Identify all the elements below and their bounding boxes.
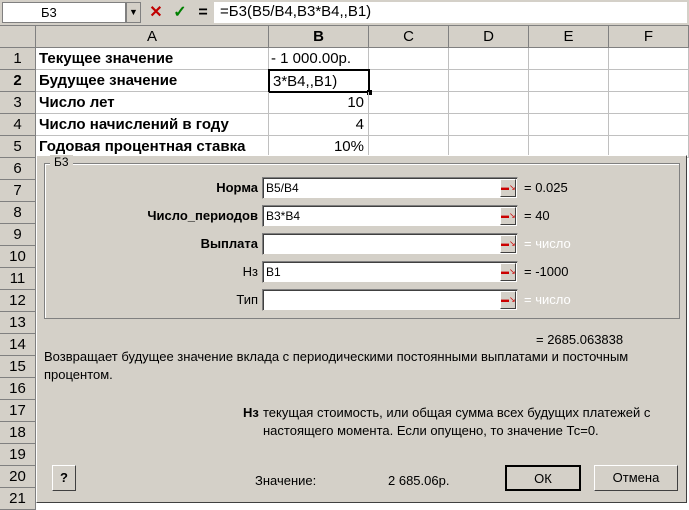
arg-input-pv[interactable]: B1 [262,261,518,283]
grid-cell[interactable] [369,70,449,92]
grid-cell[interactable] [369,114,449,136]
row-header[interactable]: 19 [0,444,36,466]
formula-result: = 2685.063838 [536,332,624,347]
row-header[interactable]: 11 [0,268,36,290]
arg-result-type: = число [524,292,571,307]
row-header[interactable]: 3 [0,92,36,114]
collapse-dialog-icon[interactable]: ▬↘ [500,291,516,309]
grid-cell[interactable] [529,114,609,136]
arg-label-type: Тип [236,292,258,307]
cell-a1[interactable]: Текущее значение [36,48,269,70]
formula-input[interactable]: =Б3(B5/B4,B3*B4,,B1) [214,2,687,23]
column-header-b[interactable]: B [269,26,369,48]
cell-a4[interactable]: Число начислений в году [36,114,269,136]
grid-cell[interactable] [529,92,609,114]
cell-b4[interactable]: 4 [269,114,369,136]
row-header[interactable]: 5 [0,136,36,158]
insert-function-button[interactable]: = [193,3,213,23]
name-box-dropdown-icon[interactable]: ▼ [126,2,141,23]
arg-result-pv: = -1000 [524,264,569,279]
grid-cell[interactable] [609,114,689,136]
row-header[interactable]: 14 [0,334,36,356]
row-header[interactable]: 18 [0,422,36,444]
arg-help-text-line2: настоящего момента. Если опущено, то зна… [263,423,599,438]
arg-input-rate[interactable]: B5/B4 [262,177,518,199]
row-header[interactable]: 4 [0,114,36,136]
cancel-button[interactable]: Отмена [594,465,678,491]
arg-label-rate: Норма [216,180,258,195]
enter-formula-icon[interactable]: ✓ [170,3,190,23]
name-box[interactable]: Б3 [2,2,126,23]
function-description: Возвращает будущее значение вклада с пер… [44,349,629,382]
row-header[interactable]: 10 [0,246,36,268]
grid-cell[interactable] [609,48,689,70]
cancel-formula-icon[interactable]: ✕ [146,3,166,23]
grid-cell[interactable] [449,70,529,92]
column-header-a[interactable]: A [36,26,269,48]
select-all-corner[interactable] [0,26,36,48]
grid-cell[interactable] [609,92,689,114]
row-header[interactable]: 6 [0,158,36,180]
value-label: Значение: [255,473,317,488]
grid-cell[interactable] [529,70,609,92]
arg-label-nper: Число_периодов [147,208,258,223]
row-header[interactable]: 8 [0,202,36,224]
arg-input-pmt[interactable] [262,233,518,255]
grid-cell[interactable] [609,70,689,92]
row-header[interactable]: 13 [0,312,36,334]
row-header[interactable]: 1 [0,48,36,70]
cell-b2-active[interactable]: 3*B4,,B1) [268,69,370,93]
grid-cell[interactable] [449,48,529,70]
arg-input-nper[interactable]: B3*B4 [262,205,518,227]
arg-result-nper: = 40 [524,208,550,223]
grid-cell[interactable] [529,48,609,70]
column-header-e[interactable]: E [529,26,609,48]
grid-cell[interactable] [449,92,529,114]
row-header[interactable]: 12 [0,290,36,312]
row-header[interactable]: 17 [0,400,36,422]
collapse-dialog-icon[interactable]: ▬↘ [500,179,516,197]
column-header-f[interactable]: F [609,26,689,48]
row-header[interactable]: 20 [0,466,36,488]
arg-result-pmt: = число [524,236,571,251]
collapse-dialog-icon[interactable]: ▬↘ [500,207,516,225]
arg-input-type[interactable] [262,289,518,311]
arg-result-rate: = 0.025 [524,180,568,195]
arg-help-text-line1: текущая стоимость, или общая сумма всех … [263,405,651,420]
cell-b1[interactable]: - 1 000.00р. [269,48,369,70]
collapse-dialog-icon[interactable]: ▬↘ [500,263,516,281]
column-header-c[interactable]: C [369,26,449,48]
grid-cell[interactable] [369,48,449,70]
row-header[interactable]: 21 [0,488,36,510]
grid-cell[interactable] [369,92,449,114]
value-display: 2 685.06р. [388,473,450,488]
column-header-d[interactable]: D [449,26,529,48]
row-header[interactable]: 15 [0,356,36,378]
arguments-group-title: Б3 [50,155,73,169]
arg-label-pv: Нз [242,264,258,279]
grid-cell[interactable] [449,114,529,136]
arg-help-name: Нз [243,405,259,420]
collapse-dialog-icon[interactable]: ▬↘ [500,235,516,253]
row-header[interactable]: 2 [0,70,36,92]
cell-a2[interactable]: Будущее значение [36,70,269,92]
cell-a3[interactable]: Число лет [36,92,269,114]
arg-label-pmt: Выплата [200,236,258,251]
help-button[interactable]: ? [52,465,76,491]
row-header[interactable]: 16 [0,378,36,400]
row-header[interactable]: 7 [0,180,36,202]
row-header[interactable]: 9 [0,224,36,246]
cell-b3[interactable]: 10 [269,92,369,114]
ok-button[interactable]: ОК [505,465,581,491]
